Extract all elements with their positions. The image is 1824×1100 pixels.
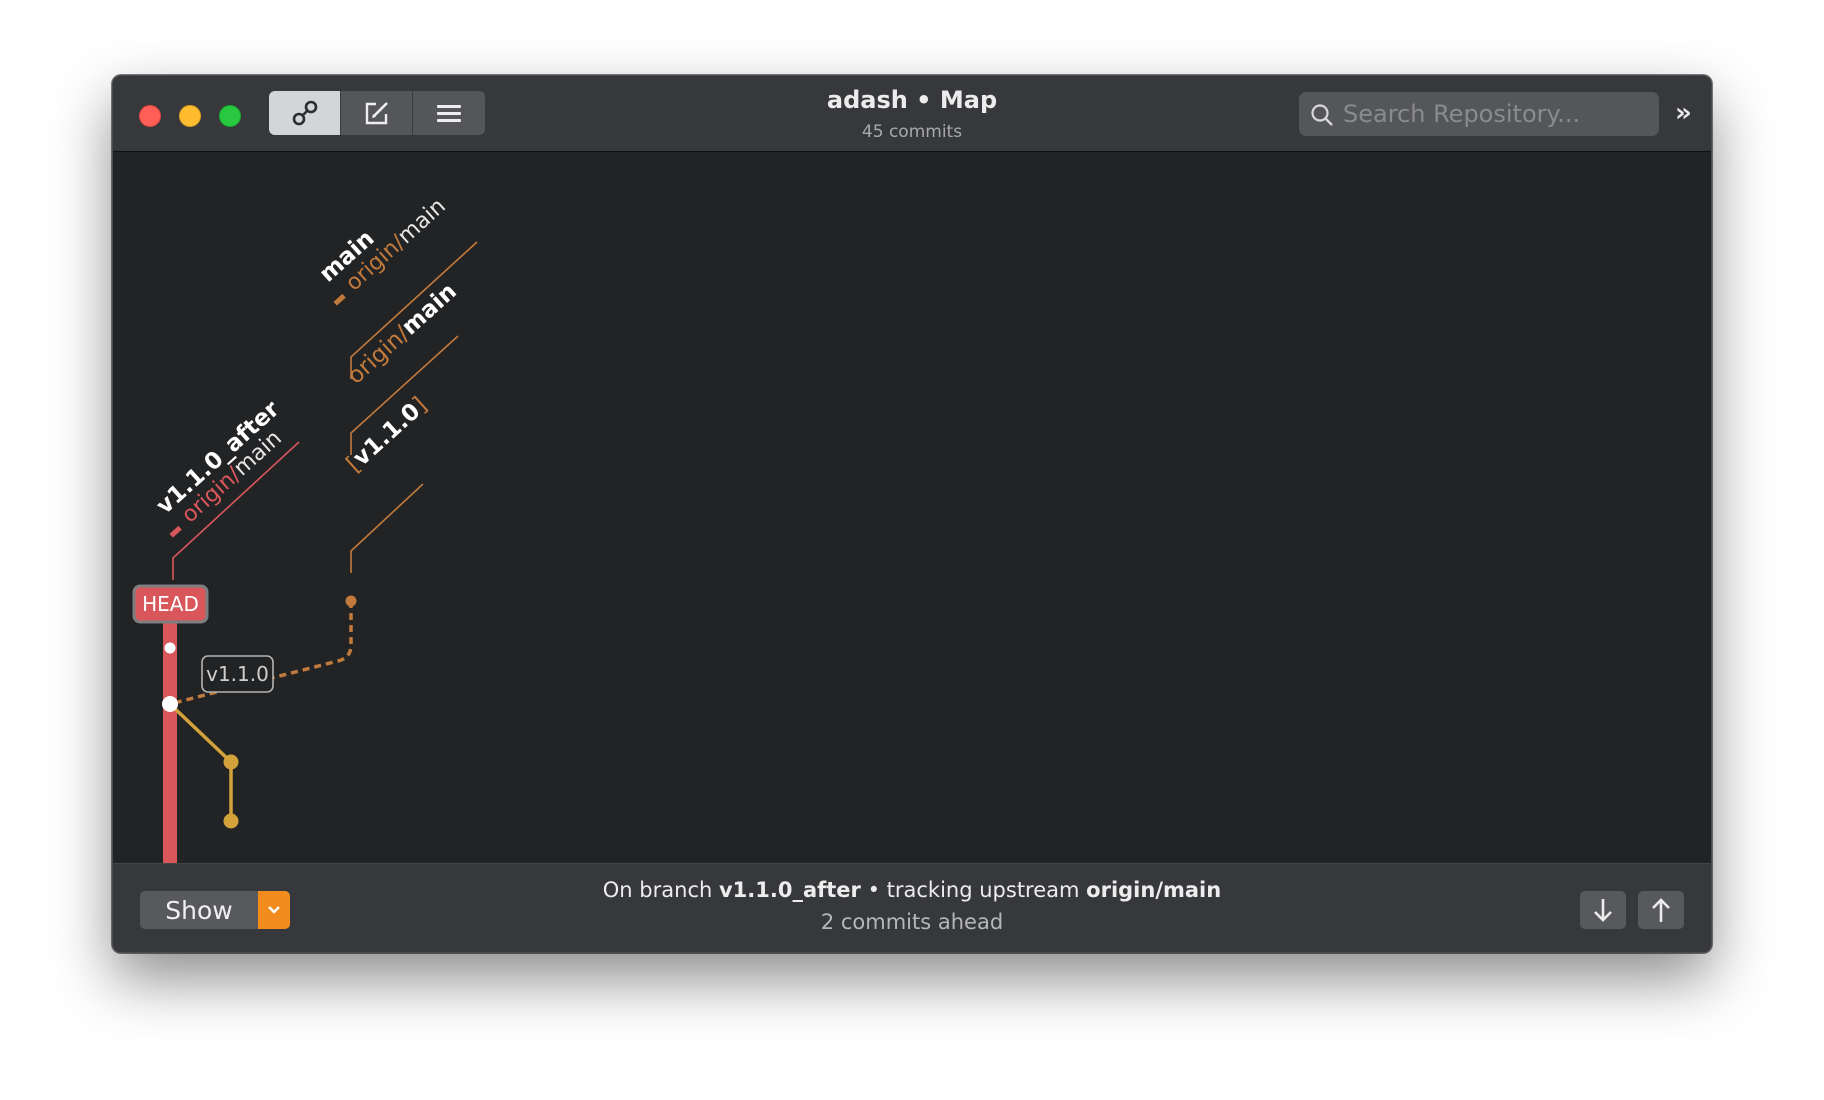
title-bar: adash • Map 45 commits » <box>113 76 1711 152</box>
tag-bubble-label: v1.1.0 <box>206 662 269 686</box>
tag-label-v1-1-0[interactable]: [v1.1.0] <box>342 392 433 477</box>
status-middle: • tracking upstream <box>860 878 1087 902</box>
current-branch: v1.1.0_after <box>718 878 861 902</box>
tag-text: [v1.1.0] <box>342 392 433 477</box>
toolbar-overflow-button[interactable]: » <box>1675 98 1692 128</box>
branch-status: On branch v1.1.0_after • tracking upstre… <box>113 878 1711 902</box>
upstream-branch: origin/main <box>1086 878 1222 902</box>
commit-map[interactable]: v1.1.0 HEAD v1.1.0_after origin/main mai… <box>113 153 1711 868</box>
tracking-arrow-icon <box>169 525 182 538</box>
remote-name: main <box>397 278 462 340</box>
status-bar: Show On branch v1.1.0_after • tracking u… <box>113 863 1711 952</box>
upstream-name: main <box>393 194 451 249</box>
app-window: adash • Map 45 commits » <box>112 75 1712 953</box>
tracking-arrow-icon <box>333 293 346 306</box>
commit-dot[interactable] <box>223 754 239 770</box>
feature-branch-path <box>168 702 233 821</box>
status-prefix: On branch <box>602 878 719 902</box>
search-icon <box>1311 104 1333 126</box>
search-box <box>1299 92 1659 136</box>
search-input[interactable] <box>1343 92 1649 136</box>
commit-graph: v1.1.0 HEAD v1.1.0_after origin/main mai… <box>132 194 478 868</box>
arrow-down-icon <box>1594 899 1612 922</box>
commit-dot[interactable] <box>223 813 239 829</box>
commit-dot[interactable] <box>345 595 357 607</box>
arrow-up-icon <box>1652 898 1670 922</box>
commit-dot[interactable] <box>162 696 178 712</box>
head-badge-label: HEAD <box>142 592 199 616</box>
pull-button[interactable] <box>1580 891 1626 929</box>
remote-branch-text: origin/main <box>343 278 462 389</box>
branch-label-origin-main[interactable]: origin/main <box>343 278 462 389</box>
branch-label-leader <box>350 483 424 573</box>
push-button[interactable] <box>1638 891 1684 929</box>
ahead-status: 2 commits ahead <box>820 910 1004 934</box>
tag-name: v1.1.0 <box>348 398 425 471</box>
commit-dot[interactable] <box>164 642 176 654</box>
